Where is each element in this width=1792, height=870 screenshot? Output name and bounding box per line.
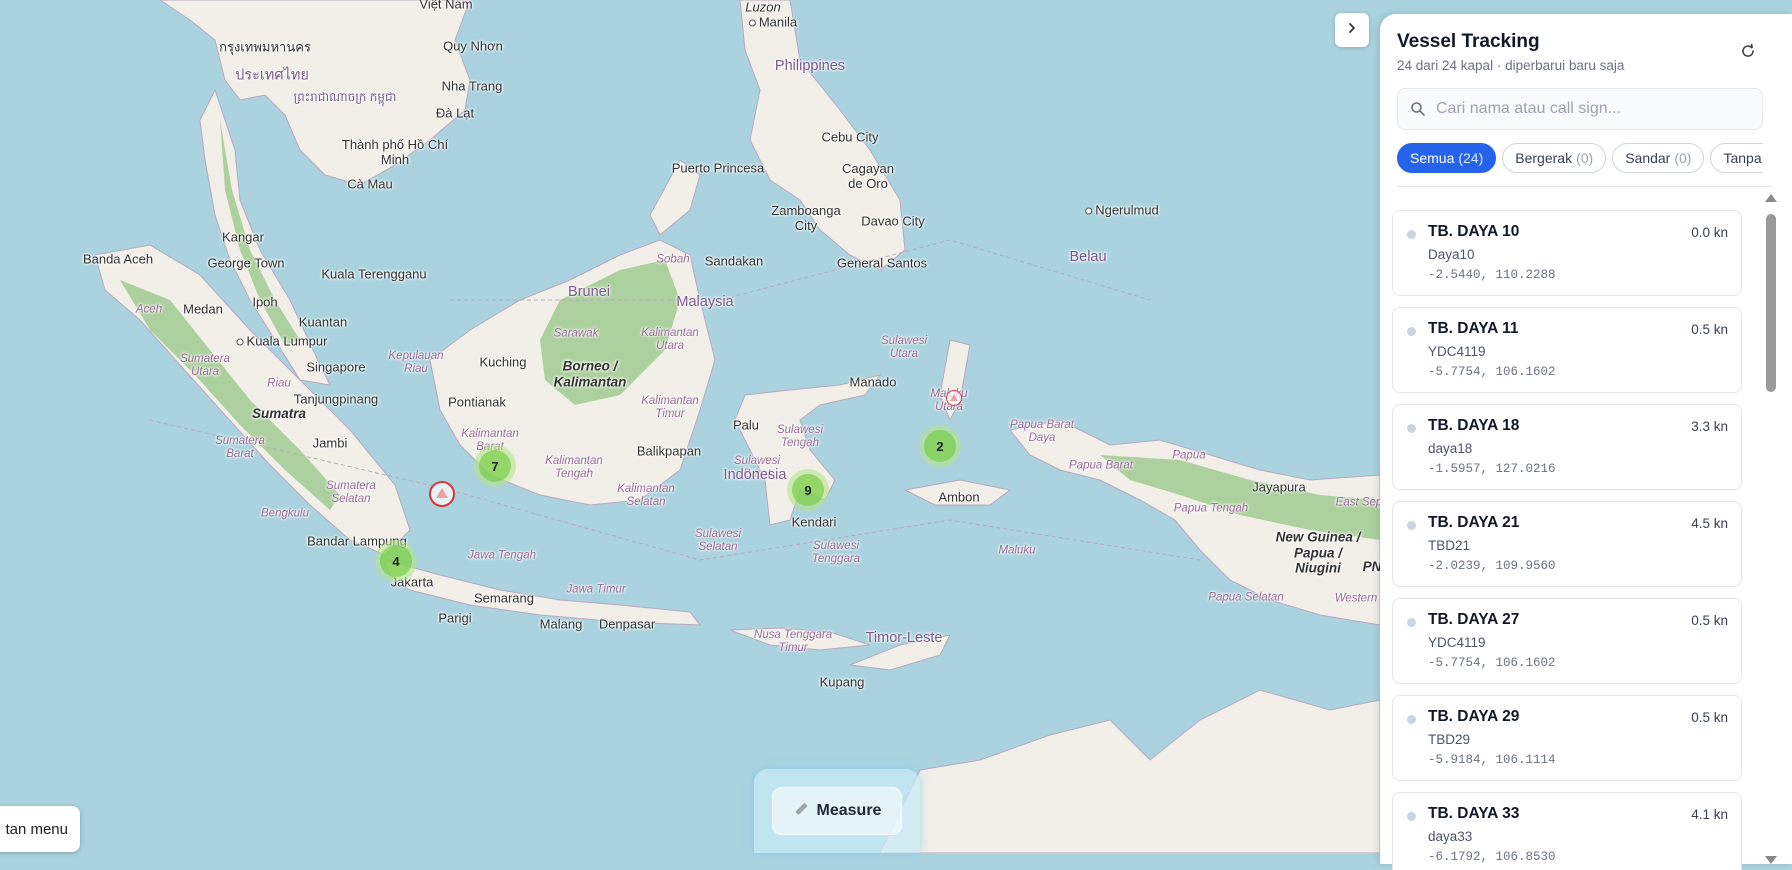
status-dot [1407, 424, 1416, 433]
measure-button[interactable]: Measure [772, 787, 902, 835]
panel-title: Vessel Tracking [1397, 31, 1540, 52]
vessel-panel: Vessel Tracking 24 dari 24 kapal · diper… [1380, 14, 1792, 870]
filter-chip-moving[interactable]: Bergerak (0) [1502, 143, 1607, 173]
scroll-down-arrow-icon[interactable] [1765, 856, 1777, 864]
vessel-coords: -5.7754, 106.1602 [1428, 656, 1556, 670]
vessel-call-sign: TBD29 [1428, 732, 1471, 747]
filter-chip-count: (0) [1576, 150, 1594, 166]
measure-button-label: Measure [816, 802, 882, 819]
vessel-call-sign: YDC4119 [1428, 635, 1486, 650]
vessel-name: TB. DAYA 21 [1428, 514, 1520, 531]
panel-toggle-button[interactable] [1335, 13, 1369, 47]
search-box[interactable] [1397, 88, 1763, 130]
filter-chip-docked[interactable]: Sandar (0) [1612, 143, 1705, 173]
vessel-speed: 0.5 kn [1691, 613, 1728, 628]
filter-chip-count: (24) [1458, 150, 1484, 166]
cluster-count: 4 [380, 545, 412, 577]
vessel-card[interactable]: TB. DAYA 29 0.5 kn TBD29 -5.9184, 106.11… [1392, 695, 1742, 781]
map-base-layer [0, 0, 1380, 853]
cluster-count: 7 [479, 450, 511, 482]
filter-chip-label: Bergerak [1515, 150, 1573, 166]
measure-toolbar: Measure [754, 769, 920, 853]
status-dot [1407, 230, 1416, 239]
vessel-call-sign: daya33 [1428, 829, 1473, 844]
vessel-cluster[interactable]: 2 [919, 425, 961, 467]
filter-chip-label: Sandar [1625, 150, 1671, 166]
status-dot [1407, 521, 1416, 530]
filter-chip-no-signal[interactable]: Tanpa [1710, 143, 1763, 173]
vessel-call-sign: Daya10 [1428, 247, 1475, 262]
vessel-speed: 0.0 kn [1691, 225, 1728, 240]
vessel-cluster[interactable]: 9 [787, 469, 829, 511]
panel-divider [1397, 186, 1772, 187]
vessel-speed: 0.5 kn [1691, 322, 1728, 337]
refresh-icon [1740, 43, 1756, 64]
status-dot [1407, 812, 1416, 821]
vessel-speed: 3.3 kn [1691, 419, 1728, 434]
vessel-call-sign: TBD21 [1428, 538, 1471, 553]
cluster-count: 2 [924, 430, 956, 462]
scroll-thumb[interactable] [1766, 214, 1776, 392]
vessel-coords: -5.9184, 106.1114 [1428, 753, 1556, 767]
vessel-card[interactable]: TB. DAYA 21 4.5 kn TBD21 -2.0239, 109.95… [1392, 501, 1742, 587]
vessel-card[interactable]: TB. DAYA 18 3.3 kn daya18 -1.5957, 127.0… [1392, 404, 1742, 490]
menu-button[interactable]: tan menu [0, 806, 80, 852]
list-scrollbar[interactable] [1765, 194, 1777, 864]
vessel-name: TB. DAYA 11 [1428, 320, 1519, 337]
panel-subtitle: 24 dari 24 kapal · diperbarui baru saja [1397, 58, 1625, 73]
filter-chip-count: (0) [1674, 150, 1692, 166]
vessel-card[interactable]: TB. DAYA 11 0.5 kn YDC4119 -5.7754, 106.… [1392, 307, 1742, 393]
vessel-card[interactable]: TB. DAYA 27 0.5 kn YDC4119 -5.7754, 106.… [1392, 598, 1742, 684]
refresh-button[interactable] [1737, 42, 1759, 64]
vessel-name: TB. DAYA 10 [1428, 223, 1520, 240]
filter-chip-label: Semua [1410, 150, 1455, 166]
status-dot [1407, 715, 1416, 724]
vessel-card[interactable]: TB. DAYA 10 0.0 kn Daya10 -2.5440, 110.2… [1392, 210, 1742, 296]
status-dot [1407, 618, 1416, 627]
vessel-speed: 4.1 kn [1691, 807, 1728, 822]
vessel-name: TB. DAYA 27 [1428, 611, 1520, 628]
filter-chips: Semua (24) Bergerak (0) Sandar (0) Tanpa [1397, 143, 1763, 173]
vessel-speed: 4.5 kn [1691, 516, 1728, 531]
chevron-right-icon [1345, 21, 1359, 40]
vessel-call-sign: daya18 [1428, 441, 1473, 456]
vessel-cluster[interactable]: 7 [474, 445, 516, 487]
vessel-coords: -1.5957, 127.0216 [1428, 462, 1556, 476]
vessel-marker[interactable] [946, 390, 962, 406]
vessel-name: TB. DAYA 18 [1428, 417, 1520, 434]
status-dot [1407, 327, 1416, 336]
vessel-coords: -2.5440, 110.2288 [1428, 268, 1556, 282]
vessel-name: TB. DAYA 29 [1428, 708, 1520, 725]
vessel-name: TB. DAYA 33 [1428, 805, 1520, 822]
search-icon [1410, 101, 1426, 117]
vessel-speed: 0.5 kn [1691, 710, 1728, 725]
vessel-coords: -6.1792, 106.8530 [1428, 850, 1556, 864]
vessel-card[interactable]: TB. DAYA 33 4.1 kn daya33 -6.1792, 106.8… [1392, 792, 1742, 870]
vessel-cluster[interactable]: 4 [375, 540, 417, 582]
vessel-coords: -2.0239, 109.9560 [1428, 559, 1556, 573]
cluster-count: 9 [792, 474, 824, 506]
scroll-up-arrow-icon[interactable] [1765, 194, 1777, 202]
vessel-list[interactable]: TB. DAYA 10 0.0 kn Daya10 -2.5440, 110.2… [1392, 210, 1744, 870]
menu-button-label: tan menu [5, 820, 68, 838]
ruler-icon [793, 801, 809, 822]
vessel-marker[interactable] [429, 481, 455, 507]
search-input[interactable] [1434, 99, 1738, 119]
vessel-call-sign: YDC4119 [1428, 344, 1486, 359]
filter-chip-label: Tanpa [1723, 150, 1762, 166]
vessel-coords: -5.7754, 106.1602 [1428, 365, 1556, 379]
filter-chip-all[interactable]: Semua (24) [1397, 143, 1497, 173]
